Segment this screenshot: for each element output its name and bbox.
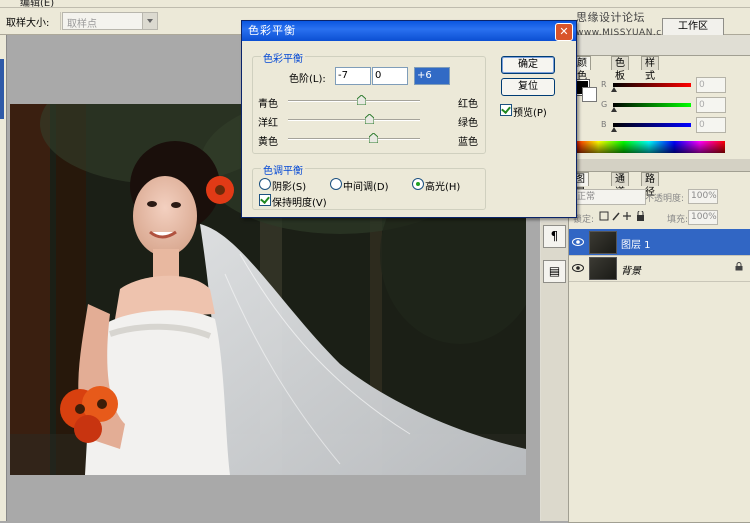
- close-icon[interactable]: ✕: [555, 23, 573, 41]
- eye-icon[interactable]: [572, 263, 584, 273]
- tab-styles[interactable]: 样式: [641, 56, 659, 82]
- opacity-label: 不透明度:: [645, 194, 685, 204]
- levels-field-1[interactable]: -7: [335, 67, 371, 85]
- channel-b-slider[interactable]: [613, 123, 691, 127]
- magenta-green-slider-thumb[interactable]: [365, 114, 374, 124]
- midtones-label: 中间调(D): [343, 182, 389, 193]
- menu-item[interactable]: 编辑(E): [20, 0, 54, 7]
- preview-label: 预览(P): [513, 108, 547, 119]
- cyan-red-slider-track[interactable]: [288, 100, 420, 102]
- red-label: 红色: [458, 99, 478, 110]
- menu-bar[interactable]: 编辑(E): [0, 0, 750, 8]
- cyan-red-slider-thumb[interactable]: [357, 95, 366, 105]
- blend-mode-select[interactable]: 正常: [573, 189, 646, 205]
- sample-size-label: 取样大小:: [6, 18, 50, 29]
- shadows-label: 阴影(S): [272, 182, 307, 193]
- tools-panel-selection: [0, 59, 4, 119]
- channel-g-label: G: [601, 100, 608, 109]
- tools-panel[interactable]: [0, 35, 7, 521]
- green-label: 绿色: [458, 118, 478, 129]
- reset-button[interactable]: 复位: [501, 78, 555, 96]
- channel-b-thumb[interactable]: [611, 127, 617, 132]
- tone-balance-group-title: 色调平衡: [261, 162, 305, 177]
- blue-label: 蓝色: [458, 137, 478, 148]
- highlights-label: 高光(H): [425, 182, 461, 193]
- ok-button[interactable]: 确定: [501, 56, 555, 74]
- tab-swatches[interactable]: 色板: [611, 56, 629, 82]
- magenta-green-slider-track[interactable]: [288, 119, 420, 121]
- channel-b-label: B: [601, 120, 607, 129]
- fill-label: 填充:: [667, 215, 689, 225]
- layer-comps-icon[interactable]: ▤: [543, 260, 566, 283]
- levels-field-2[interactable]: 0: [372, 67, 408, 85]
- levels-label: 色阶(L):: [289, 74, 326, 85]
- yellow-blue-slider-track[interactable]: [288, 138, 420, 140]
- toolbar-divider: [60, 12, 61, 30]
- eye-icon[interactable]: [572, 237, 584, 247]
- layer-thumbnail: [589, 257, 617, 280]
- panel-dock-buttons: ¶ ▤: [541, 222, 569, 521]
- chevron-down-icon[interactable]: [142, 13, 157, 29]
- layers-panel[interactable]: 图层 通道 路径 正常 不透明度: 100% 锁定: 填充: 100% 图层 1…: [568, 171, 750, 523]
- color-spectrum-bar[interactable]: [573, 141, 725, 153]
- midtones-radio[interactable]: [330, 178, 342, 190]
- tab-channels[interactable]: 通道: [611, 172, 629, 198]
- shadows-radio[interactable]: [259, 178, 271, 190]
- lock-icon: [735, 262, 743, 271]
- opacity-field[interactable]: 100%: [688, 189, 718, 204]
- dialog-title-bar[interactable]: 色彩平衡 ✕: [242, 21, 576, 41]
- channel-b-value[interactable]: 0: [696, 117, 726, 133]
- color-panel[interactable]: 颜色 色板 样式 R 0 G 0 B 0: [570, 55, 750, 160]
- channel-r-slider[interactable]: [613, 83, 691, 87]
- layer-name: 背景: [621, 266, 641, 277]
- channel-g-value[interactable]: 0: [696, 97, 726, 113]
- channel-g-thumb[interactable]: [611, 107, 617, 112]
- yellow-blue-slider-thumb[interactable]: [369, 133, 378, 143]
- sample-size-select[interactable]: 取样点: [62, 12, 158, 30]
- background-color-swatch[interactable]: [582, 87, 597, 102]
- layer-name: 图层 1: [621, 240, 651, 251]
- levels-field-3[interactable]: +6: [414, 67, 450, 85]
- sample-size-value: 取样点: [67, 19, 97, 30]
- dialog-title: 色彩平衡: [248, 24, 296, 37]
- channel-r-thumb[interactable]: [611, 87, 617, 92]
- layer-row[interactable]: 图层 1: [569, 229, 750, 256]
- magenta-label: 洋红: [258, 118, 278, 129]
- workspace-button[interactable]: 工作区: [662, 18, 724, 36]
- preserve-luminosity-label: 保持明度(V): [272, 198, 327, 209]
- lock-options-icons[interactable]: [599, 211, 649, 222]
- yellow-label: 黄色: [258, 137, 278, 148]
- layer-thumbnail: [589, 231, 617, 254]
- highlights-radio[interactable]: [412, 178, 424, 190]
- layer-row[interactable]: 背景: [569, 255, 750, 282]
- watermark-text: 思缘设计论坛: [576, 11, 645, 24]
- preview-checkbox[interactable]: [500, 104, 512, 116]
- channel-r-value[interactable]: 0: [696, 77, 726, 93]
- channel-g-slider[interactable]: [613, 103, 691, 107]
- paragraph-icon[interactable]: ¶: [543, 225, 566, 248]
- channel-r-label: R: [601, 80, 607, 89]
- tab-paths[interactable]: 路径: [641, 172, 659, 198]
- preserve-luminosity-checkbox[interactable]: [259, 194, 271, 206]
- color-balance-group-title: 色彩平衡: [261, 50, 305, 65]
- fill-field[interactable]: 100%: [688, 210, 718, 225]
- cyan-label: 青色: [258, 99, 278, 110]
